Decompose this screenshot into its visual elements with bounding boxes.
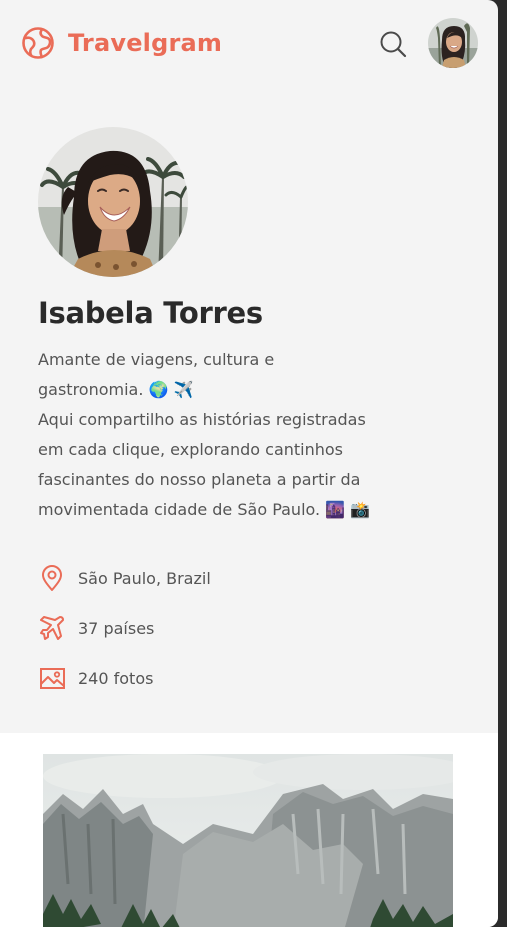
- avatar-photo: [428, 18, 478, 68]
- feed-photo[interactable]: [43, 754, 453, 927]
- stat-countries: 37 países: [38, 613, 154, 643]
- bio-line: em cada clique, explorando cantinhos: [38, 440, 344, 459]
- stat-photos: 240 fotos: [38, 663, 153, 693]
- brand-logo[interactable]: Travelgram: [21, 26, 222, 60]
- stat-countries-text: 37 países: [78, 618, 155, 638]
- brand-name: Travelgram: [68, 29, 223, 57]
- stat-location: São Paulo, Brazil: [38, 563, 211, 593]
- image-icon: [40, 668, 65, 689]
- stat-photos-text: 240 fotos: [78, 668, 154, 688]
- photo-feed: [0, 733, 498, 927]
- search-icon[interactable]: [378, 29, 408, 59]
- location-pin-icon: [42, 565, 62, 591]
- stat-location-text: São Paulo, Brazil: [78, 568, 211, 588]
- globe-icon: [22, 27, 54, 59]
- profile-name: Isabela Torres: [38, 296, 263, 330]
- bio-line: gastronomia. 🌍 ✈️: [38, 380, 194, 399]
- mountain-landscape-photo: [43, 754, 453, 927]
- profile-avatar: [38, 127, 188, 277]
- bio-line: fascinantes do nosso planeta a partir da: [38, 470, 361, 489]
- profile-bio: Amante de viagens, cultura e gastronomia…: [38, 345, 438, 525]
- app-frame: Travelgram Isabela Torres Amante de viag…: [0, 0, 498, 927]
- bio-line: Amante de viagens, cultura e: [38, 350, 275, 369]
- profile-photo: [38, 127, 188, 277]
- header-avatar[interactable]: [428, 18, 478, 68]
- bio-line: Aqui compartilho as histórias registrada…: [38, 410, 366, 429]
- bio-line: movimentada cidade de São Paulo. 🌆 📸: [38, 500, 371, 519]
- airplane-icon: [40, 616, 64, 640]
- top-bar: Travelgram: [0, 0, 498, 88]
